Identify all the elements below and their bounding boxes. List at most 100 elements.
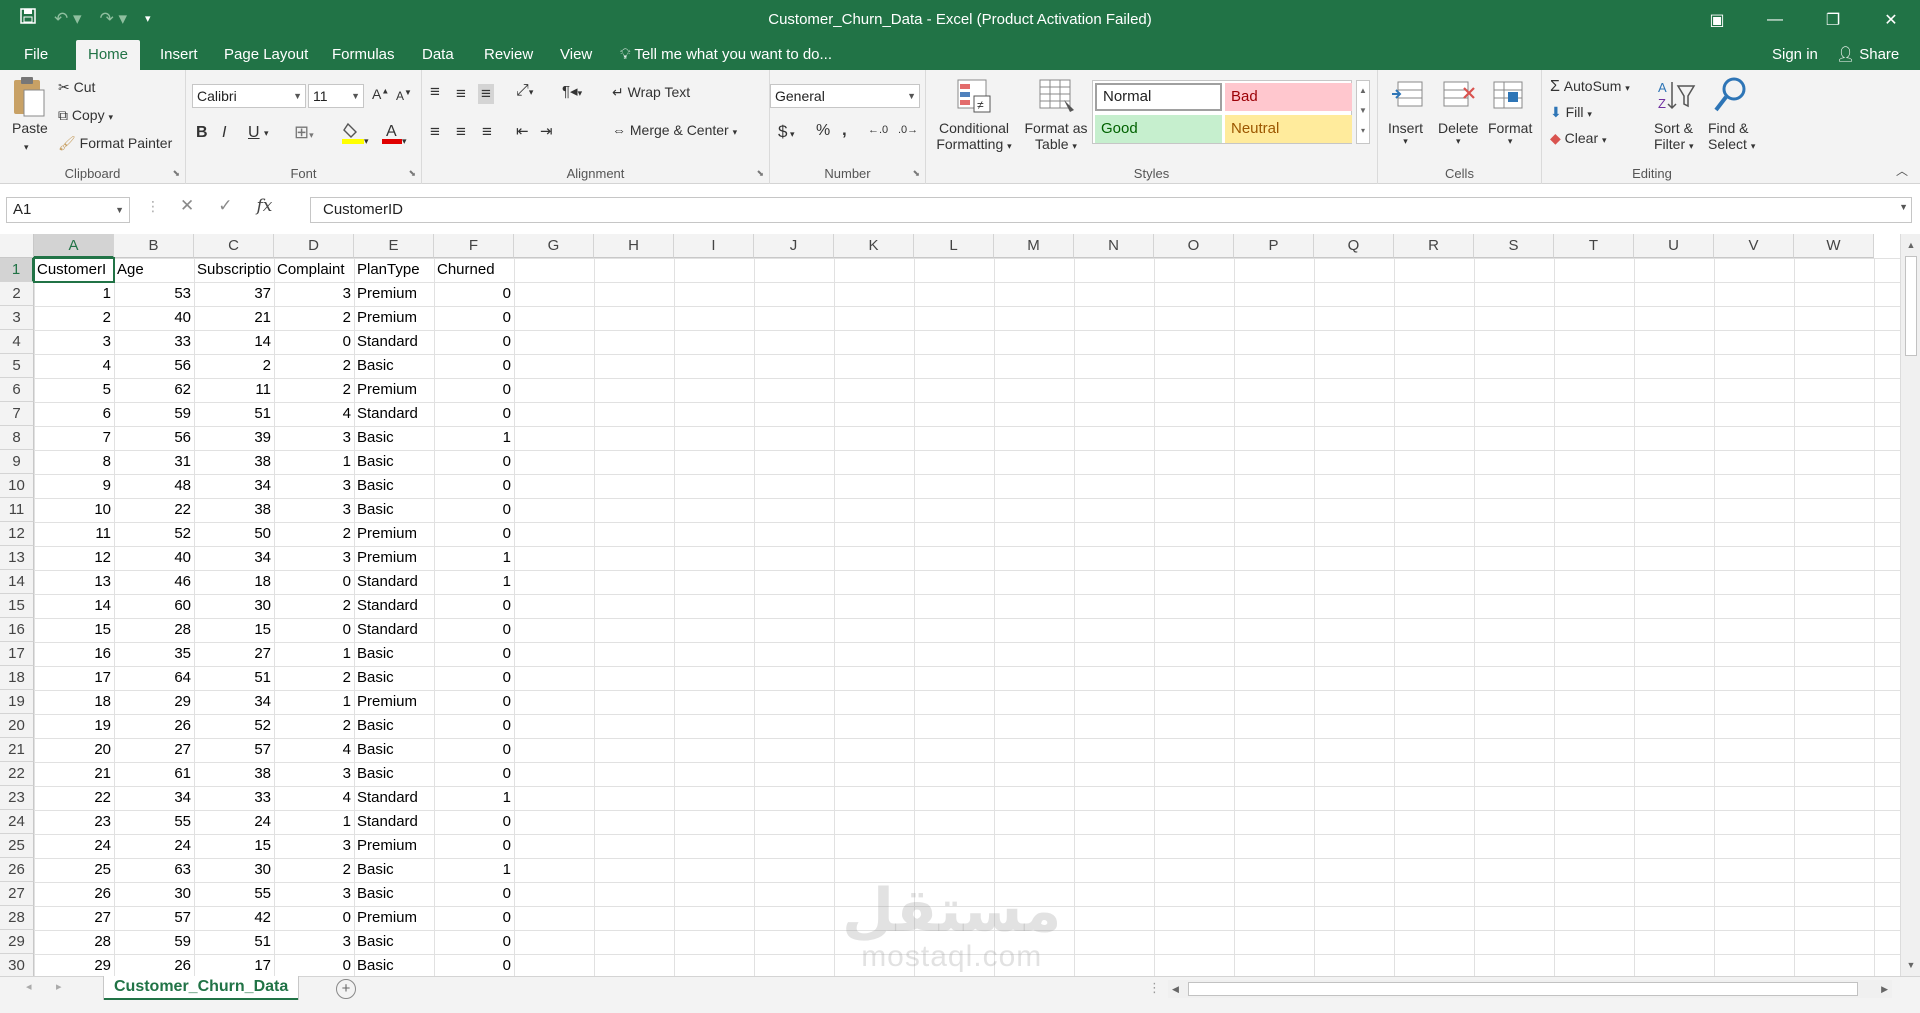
align-center-icon[interactable]: ≡ [456, 122, 466, 142]
cell-f15[interactable]: 0 [434, 594, 514, 618]
row-header-7[interactable]: 7 [0, 402, 34, 426]
cell-d27[interactable]: 3 [274, 882, 354, 906]
row-header-3[interactable]: 3 [0, 306, 34, 330]
cell-b15[interactable]: 60 [114, 594, 194, 618]
decrease-font-icon[interactable]: A▼ [396, 88, 412, 103]
cell-c20[interactable]: 52 [194, 714, 274, 738]
cell-c5[interactable]: 2 [194, 354, 274, 378]
column-header-r[interactable]: R [1394, 234, 1474, 258]
tab-formulas[interactable]: Formulas [320, 40, 407, 70]
column-header-a[interactable]: A [34, 234, 114, 258]
row-header-17[interactable]: 17 [0, 642, 34, 666]
cell-e2[interactable]: Premium [354, 282, 434, 306]
bold-button[interactable]: B [196, 124, 208, 142]
cell-b23[interactable]: 34 [114, 786, 194, 810]
cell-c21[interactable]: 57 [194, 738, 274, 762]
scroll-right-icon[interactable]: ▶ [1881, 980, 1888, 998]
cell-b14[interactable]: 46 [114, 570, 194, 594]
row-header-26[interactable]: 26 [0, 858, 34, 882]
row-header-23[interactable]: 23 [0, 786, 34, 810]
orientation-icon[interactable]: ⤢▾ [516, 82, 533, 100]
cell-d15[interactable]: 2 [274, 594, 354, 618]
add-sheet-icon[interactable]: + [336, 979, 356, 999]
tab-file[interactable]: File [12, 40, 60, 70]
cell-b28[interactable]: 57 [114, 906, 194, 930]
cell-b7[interactable]: 59 [114, 402, 194, 426]
cell-a14[interactable]: 13 [34, 570, 114, 594]
cell-b18[interactable]: 64 [114, 666, 194, 690]
column-header-f[interactable]: F [434, 234, 514, 258]
cell-f5[interactable]: 0 [434, 354, 514, 378]
cell-f16[interactable]: 0 [434, 618, 514, 642]
column-header-k[interactable]: K [834, 234, 914, 258]
sort-filter-button[interactable]: Sort & Filter ▾ [1654, 120, 1694, 152]
cut-button[interactable]: ✂ Cut [58, 79, 95, 96]
row-header-20[interactable]: 20 [0, 714, 34, 738]
sign-in-link[interactable]: Sign in [1772, 40, 1818, 70]
expand-formula-icon[interactable]: ▼ [1899, 202, 1908, 212]
conditional-formatting-button[interactable]: Conditional Formatting ▾ [934, 120, 1014, 152]
sheet-tab-customer-churn-data[interactable]: Customer_Churn_Data [104, 976, 299, 1001]
cell-e20[interactable]: Basic [354, 714, 434, 738]
cell-f9[interactable]: 0 [434, 450, 514, 474]
cell-b21[interactable]: 27 [114, 738, 194, 762]
cell-c17[interactable]: 27 [194, 642, 274, 666]
decrease-indent-icon[interactable]: ⇤ [516, 122, 529, 140]
cell-d21[interactable]: 4 [274, 738, 354, 762]
wrap-text-button[interactable]: ↵ Wrap Text [612, 84, 690, 101]
cell-f21[interactable]: 0 [434, 738, 514, 762]
cell-b3[interactable]: 40 [114, 306, 194, 330]
cell-c29[interactable]: 51 [194, 930, 274, 954]
row-header-22[interactable]: 22 [0, 762, 34, 786]
column-header-d[interactable]: D [274, 234, 354, 258]
cell-d9[interactable]: 1 [274, 450, 354, 474]
cell-b9[interactable]: 31 [114, 450, 194, 474]
cell-e14[interactable]: Standard [354, 570, 434, 594]
cell-d2[interactable]: 3 [274, 282, 354, 306]
cell-d29[interactable]: 3 [274, 930, 354, 954]
row-header-14[interactable]: 14 [0, 570, 34, 594]
cell-f6[interactable]: 0 [434, 378, 514, 402]
comma-button[interactable]: , [842, 120, 847, 140]
cell-a29[interactable]: 28 [34, 930, 114, 954]
cell-a15[interactable]: 14 [34, 594, 114, 618]
row-header-24[interactable]: 24 [0, 810, 34, 834]
cell-c23[interactable]: 33 [194, 786, 274, 810]
cell-e7[interactable]: Standard [354, 402, 434, 426]
cell-d7[interactable]: 4 [274, 402, 354, 426]
cell-d30[interactable]: 0 [274, 954, 354, 976]
cell-b17[interactable]: 35 [114, 642, 194, 666]
prev-sheet-icon[interactable]: ◂ [26, 980, 32, 993]
column-header-t[interactable]: T [1554, 234, 1634, 258]
row-header-8[interactable]: 8 [0, 426, 34, 450]
cell-f23[interactable]: 1 [434, 786, 514, 810]
cell-b30[interactable]: 26 [114, 954, 194, 976]
cell-f28[interactable]: 0 [434, 906, 514, 930]
column-header-g[interactable]: G [514, 234, 594, 258]
cell-e11[interactable]: Basic [354, 498, 434, 522]
cell-f27[interactable]: 0 [434, 882, 514, 906]
format-cells-icon[interactable] [1492, 78, 1526, 115]
copy-button[interactable]: ⧉ Copy ▾ [58, 107, 113, 124]
cell-d19[interactable]: 1 [274, 690, 354, 714]
cell-a17[interactable]: 16 [34, 642, 114, 666]
column-header-i[interactable]: I [674, 234, 754, 258]
cell-c18[interactable]: 51 [194, 666, 274, 690]
cell-e3[interactable]: Premium [354, 306, 434, 330]
cell-a26[interactable]: 25 [34, 858, 114, 882]
insert-function-icon[interactable]: fx [257, 196, 273, 216]
cell-c22[interactable]: 38 [194, 762, 274, 786]
vertical-scrollbar[interactable]: ▲ ▼ [1900, 234, 1920, 976]
name-box[interactable]: A1 ▼ [6, 197, 130, 223]
row-header-15[interactable]: 15 [0, 594, 34, 618]
cell-c12[interactable]: 50 [194, 522, 274, 546]
cell-e1[interactable]: PlanType [354, 258, 434, 282]
number-launcher-icon[interactable]: ⬊ [912, 168, 920, 179]
ribbon-display-icon[interactable]: ▣ [1688, 0, 1746, 40]
cell-f3[interactable]: 0 [434, 306, 514, 330]
cell-f10[interactable]: 0 [434, 474, 514, 498]
fill-button[interactable]: ⬇ Fill ▾ [1550, 104, 1592, 121]
cell-e29[interactable]: Basic [354, 930, 434, 954]
italic-button[interactable]: I [222, 124, 226, 142]
format-painter-button[interactable]: 🖌︎ Format Painter [58, 135, 172, 152]
